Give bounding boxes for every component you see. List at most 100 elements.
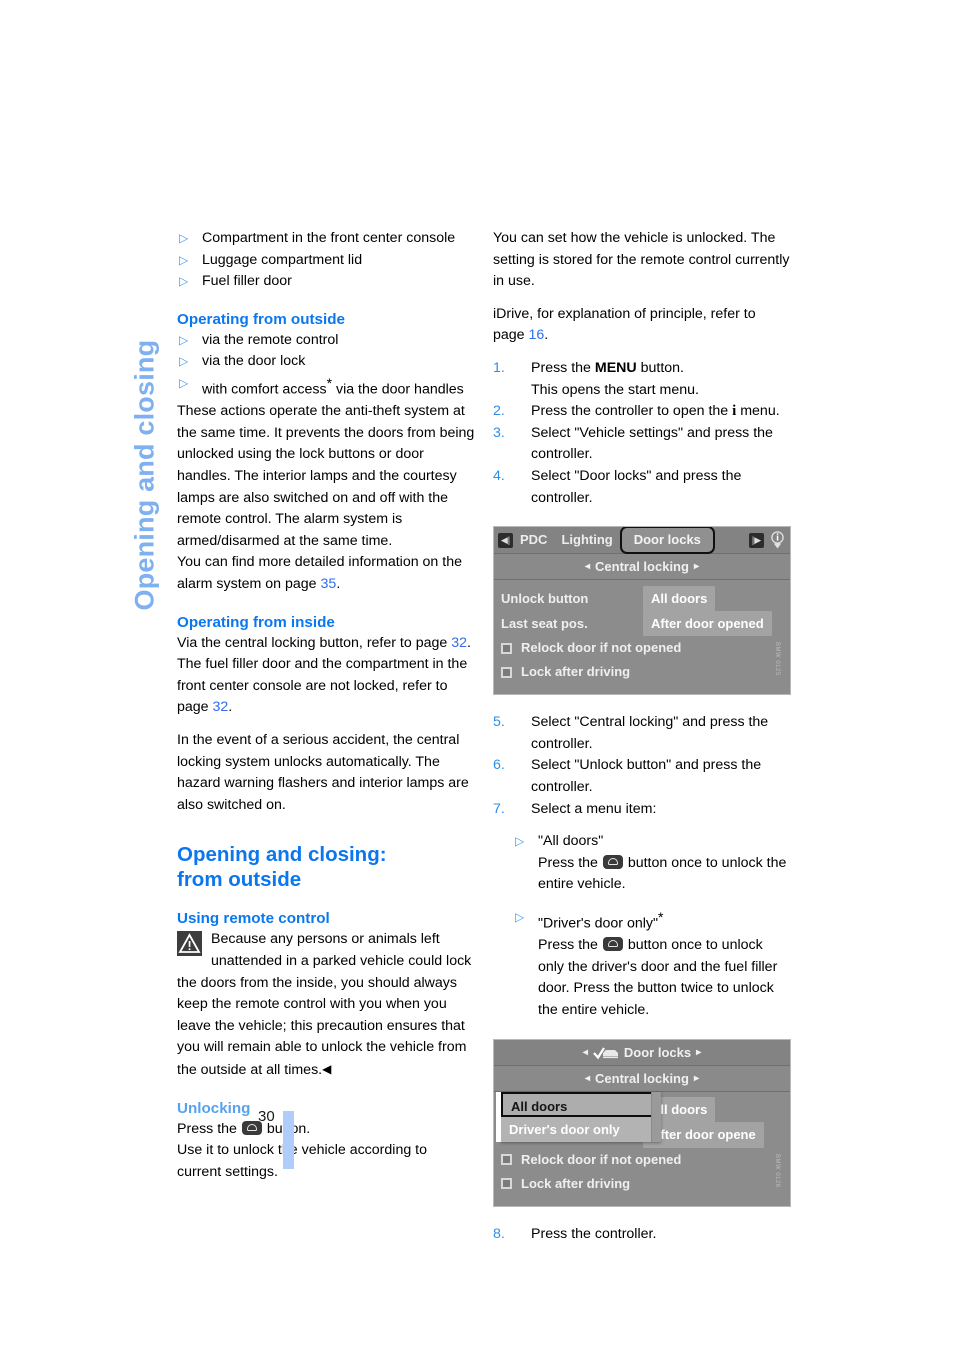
step-text: Press the controller. (531, 1225, 657, 1242)
dropdown-scrollbar[interactable] (651, 1091, 661, 1142)
step-7: 7. Select a menu item: (493, 799, 791, 821)
step-number: 1. (493, 359, 505, 376)
unlock-button-dropdown[interactable]: All doors Driver's door only (496, 1091, 661, 1142)
checkbox-row-lock-after-driving[interactable]: Lock after driving (494, 660, 790, 684)
list-item-label-suffix: via the door handles (332, 381, 464, 398)
triangle-bullet-icon: ▷ (179, 332, 189, 347)
heading-operating-from-outside: Operating from outside (177, 310, 345, 328)
idrive-screenshot-door-locks: ◀| PDC Lighting Door locks |▶ ◂ Central l… (493, 526, 791, 696)
page-title-line2: from outside (177, 868, 302, 892)
menu-item-drivers-door-only: ▷ "Driver's door only"* Press the button… (515, 907, 791, 1022)
idrive-ref-period: . (544, 327, 549, 344)
chapter-side-tab: Opening and closing (0, 225, 160, 645)
unlock-button-icon (602, 937, 623, 952)
idrive-screenshot-dropdown: ◂ Door locks▸ ◂Central locking▸ Unlock b… (493, 1038, 791, 1207)
info-icon[interactable] (769, 530, 786, 550)
right-column: You can set how the vehicle is unlocked.… (493, 228, 791, 1245)
idrive-title-door-locks: ◂ Door locks ▸ (494, 1039, 790, 1066)
triangle-bullet-icon: ▷ (179, 274, 189, 289)
paragraph-alarm-period: . (336, 576, 341, 593)
idrive-subtitle-label: Central locking (595, 559, 689, 575)
list-item: ▷ via the door lock (177, 351, 475, 373)
step-5: 5. Select "Central locking" and press th… (493, 712, 791, 755)
checkbox-icon[interactable] (501, 1178, 512, 1190)
list-item-label: via the door lock (202, 353, 306, 370)
step-1-post: button. (636, 359, 684, 376)
list-item-label: Fuel filler door (202, 273, 292, 290)
idrive-tab-bar: ◀| PDC Lighting Door locks |▶ (494, 527, 790, 555)
step-number: 8. (493, 1225, 505, 1242)
tab-door-locks-selected[interactable]: Door locks (619, 527, 715, 554)
page-title-line1: Opening and closing: (177, 843, 387, 867)
step-text: Select "Vehicle settings" and press the … (531, 424, 773, 463)
step-number: 3. (493, 424, 505, 441)
tab-lighting[interactable]: Lighting (561, 529, 612, 551)
image-watermark: BMW 0126 (774, 1153, 780, 1188)
menu-item-all-doors: ▷ "All doors" Press the button once to u… (515, 831, 791, 896)
previous-arrow-icon[interactable]: ◀| (498, 532, 513, 548)
step-text: Select "Door locks" and press the contro… (531, 467, 742, 506)
triangle-bullet-icon: ▷ (179, 231, 189, 245)
list-item-label: via the remote control (202, 331, 339, 348)
checkbox-row-lock-after-driving[interactable]: Lock after driving (494, 1172, 790, 1196)
checkbox-row-relock-door[interactable]: Relock door if not opened (494, 1148, 790, 1172)
step-4: 4. Select "Door locks" and press the con… (493, 466, 791, 509)
checkbox-icon[interactable] (501, 666, 512, 678)
step-text: Press the MENU button. (531, 358, 791, 380)
paragraph-inside-1: Via the central locking button, refer to… (177, 633, 475, 719)
list-item-label: with comfort access (202, 381, 327, 398)
image-watermark: BMW 0125 (774, 642, 780, 677)
chapter-side-tab-label: Opening and closing (129, 339, 160, 611)
list-item: ▷ Fuel filler door (177, 271, 475, 293)
setting-value: After door opene (643, 1122, 764, 1148)
step-text: Select "Unlock button" and press the con… (531, 757, 762, 795)
setting-row-unlock-button[interactable]: Unlock button All doors (494, 585, 790, 612)
menu-item-body: Press the button once to unlock the enti… (538, 853, 791, 896)
setting-value: All doors (643, 585, 716, 612)
step-2-post: menu. (736, 403, 780, 420)
right-dot-icon: ▸ (696, 1046, 702, 1058)
page-reference-link[interactable]: 16 (529, 327, 545, 343)
dropdown-left-marker (496, 1091, 501, 1142)
setting-row-last-seat-pos[interactable]: Last seat pos. After door opened (494, 610, 790, 637)
inside-text-1: Via the central locking button, refer to… (177, 634, 452, 651)
right-dot-icon: ▸ (693, 561, 699, 573)
step-number: 2. (493, 403, 505, 420)
step-text: Press the controller to open the i menu. (531, 401, 791, 423)
tab-pdc[interactable]: PDC (520, 529, 547, 551)
heading-using-remote-control: Using remote control (177, 910, 330, 928)
checkbox-icon[interactable] (501, 1154, 512, 1166)
menu-item-title: "Driver's door only"* (538, 907, 791, 935)
checkbox-row-relock-door[interactable]: Relock door if not opened (494, 636, 790, 660)
list-item-label: Compartment in the front center console (202, 230, 456, 246)
dropdown-option-all-doors[interactable]: All doors (501, 1091, 661, 1117)
setting-label: Unlock button (501, 590, 589, 606)
checkbox-label: Relock door if not opened (521, 1151, 682, 1167)
page-number: 30 (258, 1108, 275, 1125)
checkbox-label: Lock after driving (521, 1175, 631, 1191)
list-item: ▷ via the remote control (177, 330, 475, 352)
warning-triangle-icon (177, 931, 202, 957)
step-8: 8. Press the controller. (493, 1224, 791, 1246)
list-item: ▷ Luggage compartment lid (177, 250, 475, 272)
setting-label: Last seat pos. (501, 615, 588, 631)
paragraph-antitheft: These actions operate the anti-theft sys… (177, 403, 475, 549)
checkbox-icon[interactable] (501, 642, 512, 654)
left-dot-icon: ◂ (585, 561, 591, 573)
menu-item-title: "All doors" (538, 833, 604, 850)
dropdown-option-drivers-door-only[interactable]: Driver's door only (501, 1117, 661, 1142)
step-6: 6. Select "Unlock button" and press the … (493, 755, 791, 798)
page-reference-link[interactable]: 32 (213, 699, 229, 715)
list-item-label: Luggage compartment lid (202, 251, 363, 268)
idrive-subtitle-central-locking: ◂ Central locking ▸ (494, 1065, 790, 1092)
warning-block: Because any persons or animals left unat… (177, 929, 475, 1081)
idrive-subtitle-label: Central locking (595, 1070, 689, 1086)
page-reference-link[interactable]: 35 (321, 576, 337, 592)
menu-item-body: Press the button once to unlock only the… (538, 935, 791, 1021)
left-dot-icon: ◂ (582, 1046, 588, 1058)
right-dot-icon: ▸ (693, 1072, 699, 1084)
next-arrow-icon[interactable]: |▶ (749, 532, 764, 548)
page-reference-link[interactable]: 32 (451, 635, 467, 651)
step-text: Select a menu item: (531, 800, 657, 817)
setting-value: After door opened (643, 610, 772, 637)
